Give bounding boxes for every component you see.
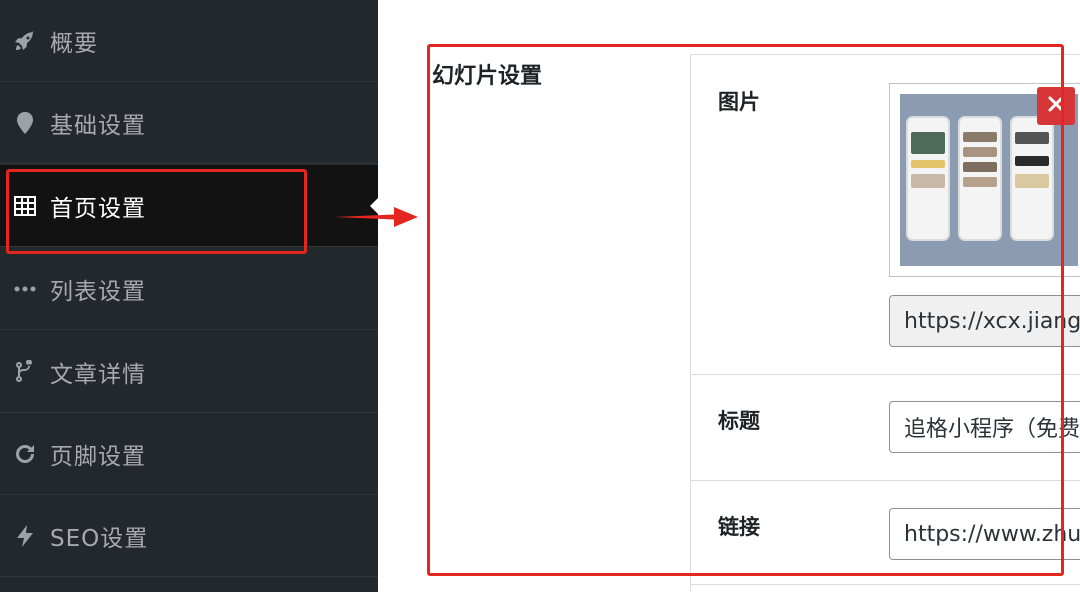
sidebar-item-basic-settings[interactable]: 基础设置 (0, 82, 378, 164)
sidebar-item-label: 列表设置 (50, 278, 146, 305)
sidebar-item-label: 概要 (50, 30, 98, 57)
annotation-box-content (427, 44, 1064, 576)
row-divider (690, 584, 1080, 585)
map-marker-icon (12, 110, 38, 136)
admin-sidebar: 概要 基础设置 首页设置 列表设置 文章详情 页脚设置 SEO设置 (0, 0, 378, 592)
rocket-icon (12, 28, 38, 54)
annotation-box-sidebar (6, 169, 307, 254)
annotation-arrow-icon (334, 207, 418, 227)
bolt-icon (12, 523, 38, 549)
sidebar-item-list-settings[interactable]: 列表设置 (0, 248, 378, 330)
ellipsis-icon (12, 276, 38, 302)
sidebar-item-article-detail[interactable]: 文章详情 (0, 331, 378, 413)
sidebar-item-label: 页脚设置 (50, 443, 146, 470)
sidebar-item-seo-settings[interactable]: SEO设置 (0, 495, 378, 577)
branch-icon (12, 359, 38, 385)
sidebar-item-footer-settings[interactable]: 页脚设置 (0, 413, 378, 495)
sidebar-item-label: 基础设置 (50, 112, 146, 139)
sidebar-item-overview[interactable]: 概要 (0, 0, 378, 82)
sidebar-item-label: SEO设置 (50, 525, 149, 552)
sidebar-item-label: 文章详情 (50, 361, 146, 388)
refresh-icon (12, 441, 38, 467)
